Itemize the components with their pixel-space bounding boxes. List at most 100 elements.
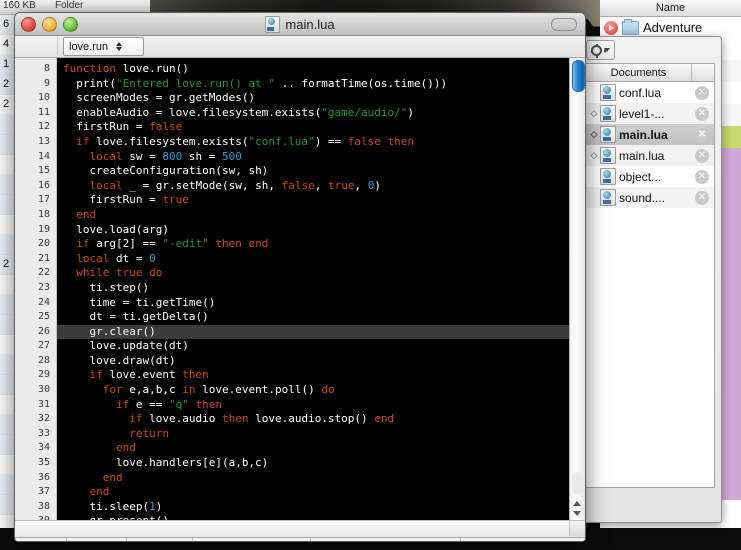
close-document-icon[interactable]: ✕ [695, 148, 709, 163]
folder-icon [622, 18, 639, 35]
document-list-item[interactable]: ◇ main.lua ✕ [586, 145, 714, 166]
code-line[interactable]: ti.step() [57, 281, 585, 296]
code-line[interactable]: love.handlers[e](a,b,c) [57, 456, 585, 471]
modified-indicator-icon: ◇ [590, 150, 598, 160]
code-area[interactable]: 8 9 10 11 12 13 14 15 16 17 18 19 20 21 22 23 24 25 26 27 28… [15, 58, 585, 520]
document-name: conf.lua [619, 85, 662, 100]
line-number: 15 [37, 165, 50, 177]
document-name: main.lua [619, 148, 665, 163]
code-line[interactable]: local dt = 0 [57, 252, 585, 267]
document-list-item[interactable]: ◇ level1-... ✕ [586, 103, 714, 124]
editor-statusbar[interactable]: 26 15 Lua Windows (CRLF) 30,364 / 3,436 … [15, 537, 585, 541]
window-controls[interactable] [21, 17, 78, 32]
code-line[interactable]: love.load(arg) [57, 223, 585, 238]
gear-icon [591, 43, 602, 56]
lua-file-icon [600, 84, 616, 101]
line-ending-select[interactable]: Windows (CRLF) [193, 538, 311, 541]
code-line[interactable]: love.draw(dt) [57, 354, 585, 369]
function-popup-button[interactable]: love.run [63, 37, 144, 56]
code-line[interactable]: return [57, 427, 585, 442]
documents-drawer[interactable]: Documents conf.lua ✕ ◇ level1-... ✕ ◇ main.lua… [578, 36, 722, 523]
vertical-scrollbar[interactable] [569, 58, 585, 520]
code-line[interactable]: love.update(dt) [57, 339, 585, 354]
code-line[interactable]: firstRun = true [57, 193, 585, 208]
code-line[interactable]: end [57, 485, 585, 500]
horizontal-scrollbar[interactable] [15, 520, 585, 537]
line-number: 27 [37, 340, 50, 352]
code-line[interactable]: end [57, 208, 585, 223]
finder-left-row-value: 2 [3, 78, 10, 90]
code-line[interactable]: dt = ti.getDelta() [57, 310, 585, 325]
code-line[interactable]: if love.event then [57, 368, 585, 383]
documents-column-label: Documents [610, 66, 667, 79]
line-number: 30 [37, 384, 50, 396]
lua-file-icon [265, 15, 281, 33]
code-line[interactable]: local sw = 800 sh = 500 [57, 150, 585, 165]
modified-indicator-icon: ◇ [590, 129, 598, 139]
code-line[interactable]: createConfiguration(sw, sh) [57, 164, 585, 179]
finder-left-row-value: 2 [3, 258, 10, 270]
code-line[interactable]: firstRun = false [57, 120, 585, 135]
document-stats: 30,364 / 3,436 / 939 [311, 538, 461, 541]
code-line[interactable]: if arg[2] == "-edit" then end [57, 237, 585, 252]
close-document-icon[interactable]: ✕ [695, 169, 709, 184]
zoom-button[interactable] [63, 17, 78, 32]
document-name: level1-... [619, 106, 665, 121]
document-list-item[interactable]: object... ✕ [586, 166, 714, 187]
scroll-down-arrow-icon[interactable] [573, 511, 581, 516]
close-button[interactable] [21, 17, 36, 32]
line-number: 17 [37, 194, 50, 206]
editor-window[interactable]: main.lua love.run 8 9 10 11 12 13 14 15 16 17 18 19… [14, 12, 586, 542]
finder-right-top-label: Adventure [643, 20, 703, 35]
line-number: 20 [37, 238, 50, 250]
language-select[interactable]: Lua [127, 538, 193, 541]
close-document-icon[interactable]: ✕ [695, 106, 709, 121]
play-icon [604, 20, 618, 35]
documents-row-container[interactable]: conf.lua ✕ ◇ level1-... ✕ ◇ main.lua ✕ ◇ main.lua… [586, 82, 714, 208]
line-number-gutter: 8 9 10 11 12 13 14 15 16 17 18 19 20 21 22 23 24 25 26 27 28… [15, 58, 57, 520]
code-line[interactable]: if love.audio then love.audio.stop() end [57, 412, 585, 427]
gear-menu-button[interactable] [586, 40, 615, 60]
vertical-scrollbar-track-bottom[interactable] [572, 472, 583, 494]
finder-right-top-item[interactable]: Adventure [600, 17, 741, 38]
code-line[interactable]: local _ = gr.setMode(sw, sh, false, true… [57, 179, 585, 194]
toolbar-toggle-button[interactable] [551, 18, 577, 31]
code-line[interactable]: if e == "q" then [57, 398, 585, 413]
code-line[interactable]: screenModes = gr.getModes() [57, 91, 585, 106]
editor-toolbar[interactable]: love.run [15, 36, 585, 58]
code-text[interactable]: function love.run() print("Entered love.… [57, 58, 585, 520]
code-line[interactable]: time = ti.getTime() [57, 296, 585, 311]
line-number: 37 [37, 486, 50, 498]
scroll-up-arrow-icon[interactable] [573, 501, 581, 506]
code-line[interactable]: while true do [57, 266, 585, 281]
document-list-item[interactable]: sound.... ✕ [586, 187, 714, 208]
line-number: 18 [37, 208, 50, 220]
document-list-item[interactable]: conf.lua ✕ [586, 82, 714, 103]
line-number: 8 [43, 63, 50, 74]
finder-left-row-value: 2 [3, 98, 10, 110]
document-list-item[interactable]: ◇ main.lua ✕ [586, 124, 714, 145]
lua-file-icon [600, 168, 616, 185]
line-number: 25 [37, 311, 50, 323]
code-line[interactable]: ti.sleep(1) [57, 500, 585, 515]
code-line[interactable]: enableAudio = love.filesystem.exists("ga… [57, 106, 585, 121]
close-document-icon[interactable]: ✕ [695, 127, 709, 142]
editor-titlebar[interactable]: main.lua [15, 13, 585, 36]
code-line[interactable]: for e,a,b,c in love.event.poll() do [57, 383, 585, 398]
vertical-scrollbar-thumb[interactable] [572, 60, 585, 92]
code-line[interactable]: end [57, 441, 585, 456]
code-line[interactable]: gr.clear() [57, 324, 585, 340]
line-number: 21 [37, 252, 50, 264]
resize-grip[interactable] [569, 521, 585, 536]
close-document-icon[interactable]: ✕ [695, 190, 709, 205]
code-line[interactable]: print("Entered love.run() at " .. format… [57, 77, 585, 92]
documents-table-header[interactable]: Documents [586, 64, 714, 82]
close-document-icon[interactable]: ✕ [695, 85, 709, 100]
minimize-button[interactable] [42, 17, 57, 32]
code-line[interactable]: function love.run() [57, 62, 585, 77]
finder-left-row-value: 1 [3, 58, 10, 70]
code-line[interactable]: end [57, 471, 585, 486]
lua-file-icon [600, 147, 616, 164]
documents-table[interactable]: Documents conf.lua ✕ ◇ level1-... ✕ ◇ main.lua… [585, 63, 715, 488]
code-line[interactable]: if love.filesystem.exists("conf.lua") ==… [57, 135, 585, 150]
